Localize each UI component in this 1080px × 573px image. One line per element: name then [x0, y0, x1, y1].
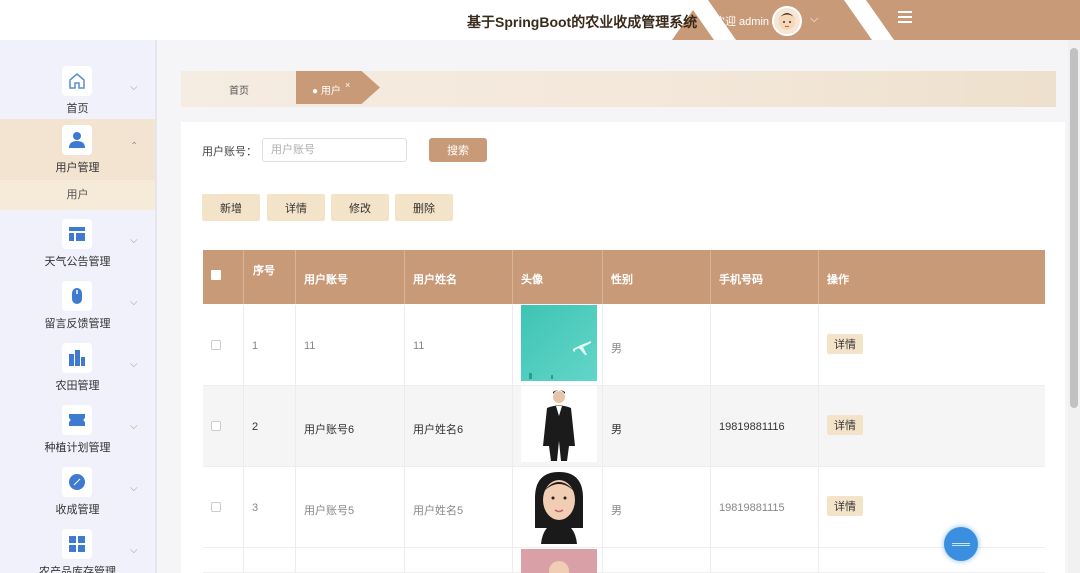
sidebar-item-label: 农田管理	[55, 380, 100, 392]
chevron-down-icon: ⌵	[130, 235, 138, 246]
menu-toggle-icon[interactable]	[898, 11, 912, 25]
sidebar-item-label: 留言反馈管理	[44, 318, 111, 330]
ticket-icon	[62, 405, 92, 435]
header-name[interactable]: 用户姓名	[413, 271, 457, 287]
table-row: 3 用户账号5 用户姓名5 男 19819881115 详情	[203, 467, 1045, 548]
cell-index: 2	[252, 421, 259, 433]
grid-icon	[62, 529, 92, 559]
select-all-checkbox[interactable]	[211, 270, 221, 280]
sidebar-item-farmland[interactable]: 农田管理 ⌵	[0, 337, 155, 399]
avatar-image	[521, 468, 597, 544]
cell-index: 1	[252, 340, 259, 352]
table-row: 1 11 11 男 详情	[203, 305, 1045, 386]
detail-button[interactable]: 详情	[267, 194, 325, 221]
row-detail-button[interactable]: 详情	[827, 496, 863, 516]
user-icon	[62, 125, 92, 155]
sidebar-item-label: 种植计划管理	[44, 442, 111, 454]
avatar-image	[521, 549, 597, 573]
cell-gender: 男	[611, 505, 622, 517]
cell-name: 用户姓名5	[413, 505, 464, 517]
sidebar-item-label: 用户管理	[55, 162, 100, 174]
table-header: 序号 用户账号 用户姓名 头像 性别 手机号码 操作	[203, 250, 1045, 304]
welcome-text: 欢迎 admin	[714, 16, 770, 28]
chevron-down-icon: ⌵	[130, 545, 138, 556]
close-icon[interactable]: ×	[345, 80, 350, 90]
sidebar-item-harvest[interactable]: 收成管理 ⌵	[0, 461, 155, 523]
cell-account: 用户账号5	[304, 505, 355, 517]
sidebar: 首页 ⌵ 用户管理 ⌃ 用户 天气公告管理 ⌵ 留言反馈管理 ⌵ 农田管理 ⌵	[0, 40, 157, 573]
floating-action-button[interactable]	[944, 527, 978, 561]
mouse-icon	[62, 281, 92, 311]
header-action: 操作	[827, 274, 849, 286]
compass-icon	[62, 467, 92, 497]
cell-name: 用户姓名6	[413, 424, 464, 436]
avatar[interactable]	[772, 6, 802, 36]
row-checkbox[interactable]	[211, 421, 221, 431]
person-icon	[521, 549, 597, 573]
search-label: 用户账号：	[202, 146, 257, 158]
tab-user-label: ● 用户	[312, 86, 341, 97]
row-checkbox[interactable]	[211, 502, 221, 512]
header-stripe	[843, 0, 895, 40]
airplane-icon	[529, 341, 591, 379]
cell-index: 3	[252, 502, 259, 514]
person-icon	[535, 472, 583, 544]
person-icon	[543, 390, 575, 461]
layout-icon	[62, 219, 92, 249]
sidebar-item-planting[interactable]: 种植计划管理 ⌵	[0, 399, 155, 461]
avatar-face-icon	[778, 13, 796, 30]
scrollbar-thumb[interactable]	[1070, 48, 1078, 408]
chevron-down-icon[interactable]: ⌵	[810, 13, 818, 26]
sidebar-item-user-management[interactable]: 用户管理 ⌃	[0, 119, 155, 181]
cell-gender: 男	[611, 424, 622, 436]
chevron-down-icon: ⌵	[130, 421, 138, 432]
cell-phone: 19819881116	[719, 421, 785, 433]
chevron-up-icon: ⌃	[130, 141, 139, 152]
cell-phone: 19819881115	[719, 502, 785, 514]
building-icon	[62, 343, 92, 373]
breadcrumb-home[interactable]: 首页	[229, 82, 249, 97]
chevron-down-icon: ⌵	[130, 359, 138, 370]
sidebar-item-inventory[interactable]: 农产品库存管理 ⌵	[0, 523, 155, 573]
row-detail-button[interactable]: 详情	[827, 334, 863, 354]
header-phone[interactable]: 手机号码	[719, 271, 763, 287]
sidebar-item-feedback[interactable]: 留言反馈管理 ⌵	[0, 275, 155, 337]
sidebar-item-home[interactable]: 首页 ⌵	[0, 60, 155, 122]
table-row	[203, 548, 1045, 573]
chevron-down-icon: ⌵	[130, 82, 138, 93]
sidebar-item-label: 农产品库存管理	[39, 566, 116, 573]
sidebar-item-label: 收成管理	[55, 504, 100, 516]
chevron-down-icon: ⌵	[130, 297, 138, 308]
cell-account: 11	[304, 340, 316, 352]
cell-name: 11	[413, 340, 425, 352]
search-button[interactable]: 搜索	[429, 138, 487, 162]
header-avatar: 头像	[521, 274, 543, 286]
chevron-down-icon: ⌵	[130, 483, 138, 494]
header-gender[interactable]: 性别	[611, 271, 633, 287]
scrollbar[interactable]	[1068, 40, 1080, 573]
edit-button[interactable]: 修改	[331, 194, 389, 221]
sidebar-subitem-user[interactable]: 用户	[0, 180, 155, 210]
row-checkbox[interactable]	[211, 340, 221, 350]
table-row: 2 用户账号6 用户姓名6 男 19819881116 详情	[203, 386, 1045, 467]
sidebar-item-weather[interactable]: 天气公告管理 ⌵	[0, 213, 155, 275]
cell-gender: 男	[611, 343, 622, 355]
sidebar-item-label: 首页	[66, 103, 89, 115]
delete-button[interactable]: 删除	[395, 194, 453, 221]
row-detail-button[interactable]: 详情	[827, 415, 863, 435]
home-icon	[62, 66, 92, 96]
sidebar-item-label: 天气公告管理	[44, 256, 111, 268]
cell-account: 用户账号6	[304, 424, 355, 436]
header-account[interactable]: 用户账号	[304, 271, 348, 287]
avatar-image	[521, 305, 597, 381]
add-button[interactable]: 新增	[202, 194, 260, 221]
avatar-image	[521, 386, 597, 462]
search-input[interactable]	[262, 138, 407, 162]
app-title: 基于SpringBoot的农业收成管理系统	[467, 14, 698, 30]
header-index[interactable]: 序号	[253, 262, 275, 278]
